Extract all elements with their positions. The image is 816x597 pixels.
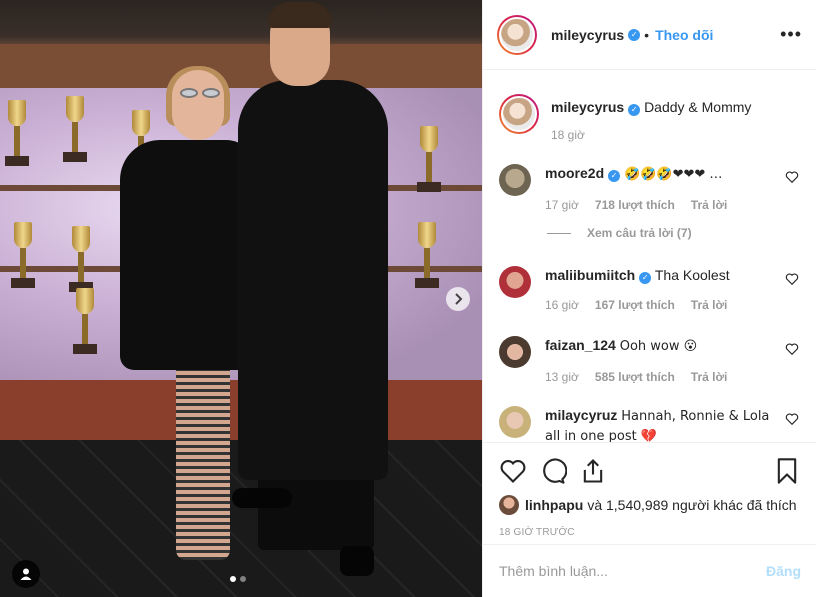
avatar[interactable]: [499, 266, 531, 298]
heart-icon[interactable]: [785, 272, 799, 286]
comment-time[interactable]: 17 giờ: [545, 198, 579, 212]
carousel-dots: [230, 576, 246, 582]
heart-icon[interactable]: [499, 457, 527, 485]
woman-face: [172, 70, 224, 140]
man-hair: [268, 2, 332, 28]
view-replies-label: Xem câu trả lời (7): [587, 226, 692, 240]
avatar[interactable]: [499, 94, 539, 134]
reply-button[interactable]: Trả lời: [691, 198, 728, 212]
more-options-icon[interactable]: •••: [780, 24, 802, 45]
post-photo[interactable]: [0, 0, 482, 597]
reply-button[interactable]: Trả lời: [691, 298, 728, 312]
comments-list[interactable]: mileycyrus ✓ Daddy & Mommy 18 giờ moore2d…: [483, 70, 816, 442]
instagram-post: mileycyrus ✓ • Theo dõi ••• mileycyrus ✓ …: [0, 0, 816, 597]
trophy: [63, 96, 87, 162]
trophy: [5, 100, 29, 166]
comment-row: milaycyruz Hannah, Ronnie & Lola all in …: [499, 406, 799, 442]
heart-icon[interactable]: [785, 170, 799, 184]
comment-likes[interactable]: 167 lượt thích: [595, 298, 675, 312]
man-shoe: [232, 488, 292, 508]
woman-jacket: [120, 140, 256, 370]
trophy: [415, 222, 439, 288]
comment-text: Ooh wow 😮: [619, 339, 698, 354]
header-username[interactable]: mileycyrus: [551, 27, 624, 43]
verified-badge-icon: ✓: [628, 104, 641, 116]
heart-icon[interactable]: [785, 342, 799, 356]
comment-row: faizan_124 Ooh wow 😮 13 giờ 585 lượt thí…: [499, 336, 799, 384]
verified-badge-icon: ✓: [628, 28, 641, 41]
follow-button[interactable]: Theo dõi: [655, 27, 713, 43]
comment-username[interactable]: milaycyruz: [545, 407, 617, 423]
action-bar: [499, 453, 801, 489]
divider: [547, 232, 571, 234]
post-timestamp[interactable]: 18 GIỜ TRƯỚC: [499, 527, 801, 538]
user-tag-button[interactable]: [12, 560, 40, 588]
comment-text: Tha Koolest: [654, 267, 730, 283]
avatar[interactable]: [499, 164, 531, 196]
likes-username[interactable]: linhpapu: [525, 497, 583, 513]
comment-text: 🤣🤣🤣❤❤❤ …: [624, 167, 723, 182]
reply-button[interactable]: Trả lời: [691, 370, 728, 384]
view-replies-button[interactable]: Xem câu trả lời (7): [547, 226, 692, 240]
next-photo-button[interactable]: [446, 287, 470, 311]
add-comment-bar: Đăng: [483, 544, 816, 597]
heart-icon[interactable]: [785, 412, 799, 426]
comment-input[interactable]: [499, 563, 766, 579]
caption-row: mileycyrus ✓ Daddy & Mommy 18 giờ: [499, 94, 799, 142]
avatar[interactable]: [499, 495, 519, 515]
separator-dot: •: [644, 26, 650, 43]
share-icon[interactable]: [579, 457, 607, 485]
comment-row: maliibumiitch ✓ Tha Koolest 16 giờ 167 lư…: [499, 266, 799, 312]
post-comment-button[interactable]: Đăng: [766, 563, 801, 579]
comment-likes[interactable]: 718 lượt thích: [595, 198, 675, 212]
comment-likes[interactable]: 585 lượt thích: [595, 370, 675, 384]
carousel-dot: [240, 576, 246, 582]
sunglasses: [202, 88, 220, 98]
avatar[interactable]: [499, 406, 531, 438]
comment-time[interactable]: 13 giờ: [545, 370, 579, 384]
caption-time[interactable]: 18 giờ: [551, 128, 585, 142]
cabinet-top: [0, 44, 482, 88]
woman-legs: [176, 360, 230, 560]
trophy: [11, 222, 35, 288]
sunglasses: [180, 88, 198, 98]
likes-count-text[interactable]: và 1,540,989 người khác đã thích: [587, 497, 796, 513]
comment-time[interactable]: 16 giờ: [545, 298, 579, 312]
comment-username[interactable]: maliibumiitch: [545, 267, 635, 283]
man-shoe: [340, 546, 374, 576]
caption-body: Daddy & Mommy: [644, 99, 752, 115]
avatar[interactable]: [499, 336, 531, 368]
comment-icon[interactable]: [539, 457, 567, 485]
post-actions: linhpapu và 1,540,989 người khác đã thíc…: [483, 442, 816, 538]
comment-username[interactable]: faizan_124: [545, 337, 616, 353]
carousel-dot: [230, 576, 236, 582]
avatar[interactable]: [497, 14, 537, 55]
caption-username[interactable]: mileycyrus: [551, 99, 624, 115]
verified-badge-icon: ✓: [639, 272, 652, 284]
trophy: [417, 126, 441, 192]
bookmark-icon[interactable]: [773, 457, 801, 485]
trophy: [69, 226, 93, 292]
verified-badge-icon: ✓: [608, 170, 621, 182]
comment-row: moore2d ✓ 🤣🤣🤣❤❤❤ … 17 giờ 718 lượt thích …: [499, 164, 799, 212]
chevron-right-icon: [455, 293, 463, 305]
user-tag-icon: [20, 568, 32, 580]
post-header: mileycyrus ✓ • Theo dõi •••: [483, 0, 816, 70]
post-side-panel: mileycyrus ✓ • Theo dõi ••• mileycyrus ✓ …: [482, 0, 816, 597]
man-shirt: [238, 80, 388, 480]
comment-username[interactable]: moore2d: [545, 165, 604, 181]
trophy: [73, 288, 97, 354]
likes-summary: linhpapu và 1,540,989 người khác đã thíc…: [499, 495, 801, 515]
caption-text: mileycyrus ✓ Daddy & Mommy: [551, 98, 781, 116]
